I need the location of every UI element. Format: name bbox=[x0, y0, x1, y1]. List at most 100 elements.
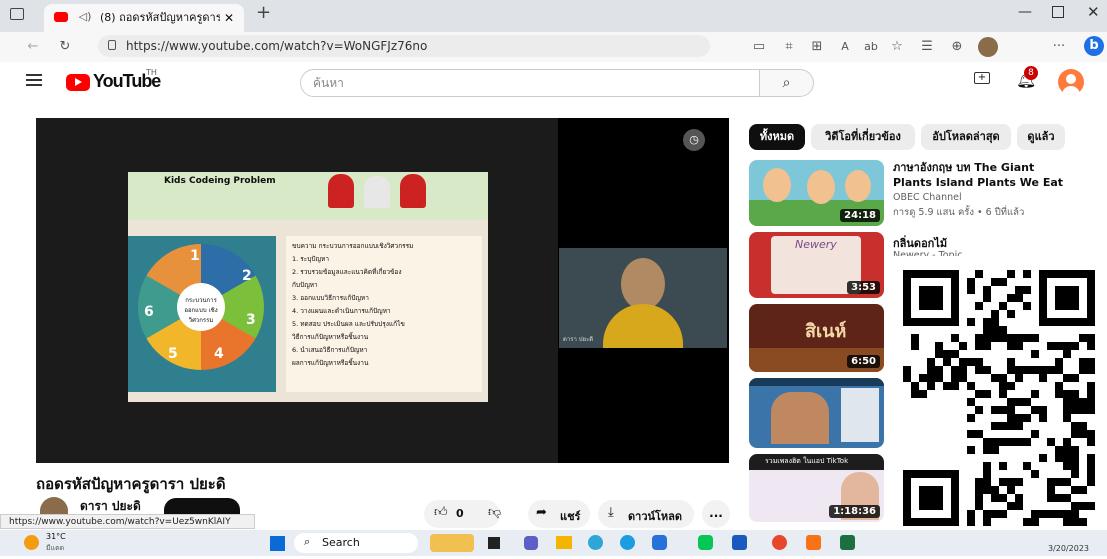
related-video-thumbnail[interactable]: 24:18 bbox=[749, 160, 884, 226]
related-video-thumbnail[interactable]: รวมเพลงฮิต ในแอป TikTok 1:18:36 bbox=[749, 454, 884, 522]
tab-close-icon[interactable]: ✕ bbox=[224, 4, 234, 32]
like-count: 0 bbox=[456, 507, 464, 520]
chrome-icon[interactable] bbox=[620, 535, 635, 550]
excel-icon[interactable] bbox=[840, 535, 855, 550]
bing-icon[interactable]: b bbox=[1084, 36, 1104, 56]
video-duration: 1:18:36 bbox=[829, 505, 880, 518]
search-placeholder: ค้นหา bbox=[313, 76, 344, 90]
cartoon-kid bbox=[400, 174, 426, 208]
related-video-thumbnail[interactable]: Newery 3:53 bbox=[749, 232, 884, 298]
slide-step: กับปัญหา bbox=[292, 281, 318, 289]
wheel-center: กระบวนการ ออกแบบ เชิงวิศวกรรม bbox=[177, 283, 225, 331]
url-text: https://www.youtube.com/watch?v=WoNGFJz7… bbox=[126, 39, 428, 53]
taskbar-date: 3/20/2023 bbox=[1048, 544, 1090, 553]
like-dislike-group: 👍︎ 0 👎︎ bbox=[424, 500, 501, 528]
minimize-icon[interactable]: — bbox=[1018, 4, 1032, 20]
profile-avatar[interactable] bbox=[978, 37, 998, 57]
refresh-icon[interactable]: ↻ bbox=[54, 32, 76, 62]
slide-step: 2. รวบรวมข้อมูลและแนวคิดที่เกี่ยวข้อง bbox=[292, 268, 402, 276]
line-icon[interactable] bbox=[698, 535, 713, 550]
slide-step: วิธีการแก้ปัญหาหรือชิ้นงาน bbox=[292, 333, 369, 341]
chip-related[interactable]: วิดีโอที่เกี่ยวข้อง bbox=[811, 124, 915, 150]
word-icon[interactable] bbox=[732, 535, 747, 550]
notification-badge: 8 bbox=[1024, 66, 1038, 80]
widgets-icon[interactable] bbox=[430, 534, 474, 552]
tab-actions-icon[interactable] bbox=[10, 8, 24, 20]
taskbar-search[interactable]: ⌕ Search bbox=[294, 533, 418, 553]
video-duration: 3:53 bbox=[847, 281, 880, 294]
reader-icon[interactable]: ⊞ bbox=[806, 32, 828, 62]
app-icon[interactable] bbox=[806, 535, 821, 550]
wheel-step-label: 6 bbox=[144, 304, 154, 320]
weather-temp: 31°C bbox=[46, 532, 66, 541]
window-close-icon[interactable]: ✕ bbox=[1087, 3, 1100, 21]
restore-icon[interactable] bbox=[1052, 6, 1064, 18]
browser-tab[interactable]: ◁) (8) ถอดรหัสปัญหาครูดารา ปยะดิ ✕ bbox=[44, 4, 244, 32]
qr-code-graphic bbox=[903, 270, 1095, 526]
slide-step: 1. ระบุปัญหา bbox=[292, 255, 329, 263]
file-explorer-icon[interactable] bbox=[556, 536, 572, 549]
cartoon-kid bbox=[364, 176, 390, 208]
search-input[interactable]: ค้นหา bbox=[300, 69, 760, 97]
webcam-caption: ดารา ปยะดิ bbox=[563, 336, 594, 343]
share-icon: ➦ bbox=[536, 505, 547, 520]
create-icon[interactable]: + bbox=[974, 72, 990, 84]
translate-icon[interactable]: ab bbox=[860, 32, 882, 62]
slide-step-list: ขบความ กระบวนการออกแบบเชิงวิศวกรรม 1. ระ… bbox=[286, 236, 482, 392]
video-title: ถอดรหัสปัญหาครูดารา ปยะดิ bbox=[36, 475, 226, 493]
lock-icon[interactable] bbox=[108, 40, 116, 50]
chrome-alt-icon[interactable] bbox=[772, 535, 787, 550]
search-icon: ⌕ bbox=[304, 535, 311, 548]
related-video-thumbnail[interactable] bbox=[749, 378, 884, 448]
search-button[interactable]: ⌕ bbox=[760, 69, 814, 97]
browser-tab-bar: ◁) (8) ถอดรหัสปัญหาครูดารา ปยะดิ ✕ + — ✕ bbox=[0, 0, 1107, 32]
tab-title: (8) ถอดรหัสปัญหาครูดารา ปยะดิ bbox=[100, 11, 220, 24]
dislike-icon[interactable]: 👎︎ bbox=[488, 505, 501, 520]
youtube-logo-icon[interactable] bbox=[66, 74, 90, 91]
share-button[interactable]: ➦ แชร์ bbox=[528, 500, 590, 528]
watch-later-icon[interactable]: ◷ bbox=[683, 129, 705, 151]
thumbnail-text: สิเนห์ bbox=[805, 321, 847, 342]
edge-icon[interactable] bbox=[588, 535, 603, 550]
video-duration: 24:18 bbox=[840, 209, 880, 222]
slide-step: ขบความ กระบวนการออกแบบเชิงวิศวกรรม bbox=[292, 242, 414, 250]
telegram-icon[interactable] bbox=[652, 535, 667, 550]
screen-icon[interactable]: ▭ bbox=[748, 32, 770, 62]
wheel-step-label: 4 bbox=[214, 346, 224, 362]
slide-step: 5. ทดสอบ ประเมินผล และปรับปรุงแก้ไข bbox=[292, 320, 405, 328]
status-url: https://www.youtube.com/watch?v=Uez5wnKl… bbox=[0, 514, 255, 529]
download-button[interactable]: ⤓ ดาวน์โหลด bbox=[598, 500, 694, 528]
speaker-icon[interactable]: ◁) bbox=[74, 3, 96, 31]
new-tab-button[interactable]: + bbox=[256, 2, 271, 23]
start-icon[interactable] bbox=[270, 536, 285, 551]
like-icon[interactable]: 👍︎ bbox=[434, 505, 448, 520]
taskbar-search-label: Search bbox=[322, 536, 360, 549]
chip-all[interactable]: ทั้งหมด bbox=[749, 124, 805, 150]
chip-recent[interactable]: อัปโหลดล่าสุด bbox=[921, 124, 1011, 150]
address-bar[interactable]: https://www.youtube.com/watch?v=WoNGFJz7… bbox=[98, 35, 710, 57]
more-icon[interactable]: ··· bbox=[1048, 32, 1070, 62]
related-video-title[interactable]: ภาษาอังกฤษ บท The Giant Plants Island Pl… bbox=[893, 160, 1073, 190]
region-label: TH bbox=[146, 68, 157, 77]
collections-icon[interactable]: ⊕ bbox=[946, 32, 968, 62]
favorite-icon[interactable]: ☆ bbox=[886, 32, 908, 62]
chip-watched[interactable]: ดูแล้ว bbox=[1017, 124, 1065, 150]
related-video-thumbnail[interactable]: สิเนห์ 6:50 bbox=[749, 304, 884, 372]
search-icon: ⌕ bbox=[782, 75, 791, 91]
presentation-slide: Kids Codeing Problem กระบวนการ ออกแบบ เช… bbox=[128, 172, 488, 402]
task-view-icon[interactable] bbox=[488, 537, 500, 549]
cartoon-kid bbox=[328, 174, 354, 208]
back-icon[interactable]: ← bbox=[22, 32, 44, 62]
teams-icon[interactable] bbox=[524, 536, 538, 550]
weather-icon[interactable] bbox=[24, 535, 39, 550]
more-actions-button[interactable]: ... bbox=[702, 500, 730, 528]
favorites-list-icon[interactable]: ☰ bbox=[916, 32, 938, 62]
related-video-channel[interactable]: OBEC Channel bbox=[893, 192, 962, 203]
presenter-shirt bbox=[603, 304, 683, 348]
apps-icon[interactable]: ⌗ bbox=[778, 32, 800, 62]
webcam-feed: ดารา ปยะดิ bbox=[559, 248, 727, 348]
video-player[interactable]: Kids Codeing Problem กระบวนการ ออกแบบ เช… bbox=[36, 118, 729, 463]
menu-icon[interactable] bbox=[26, 74, 42, 76]
account-avatar[interactable] bbox=[1058, 69, 1084, 95]
read-aloud-icon[interactable]: A bbox=[834, 32, 856, 62]
